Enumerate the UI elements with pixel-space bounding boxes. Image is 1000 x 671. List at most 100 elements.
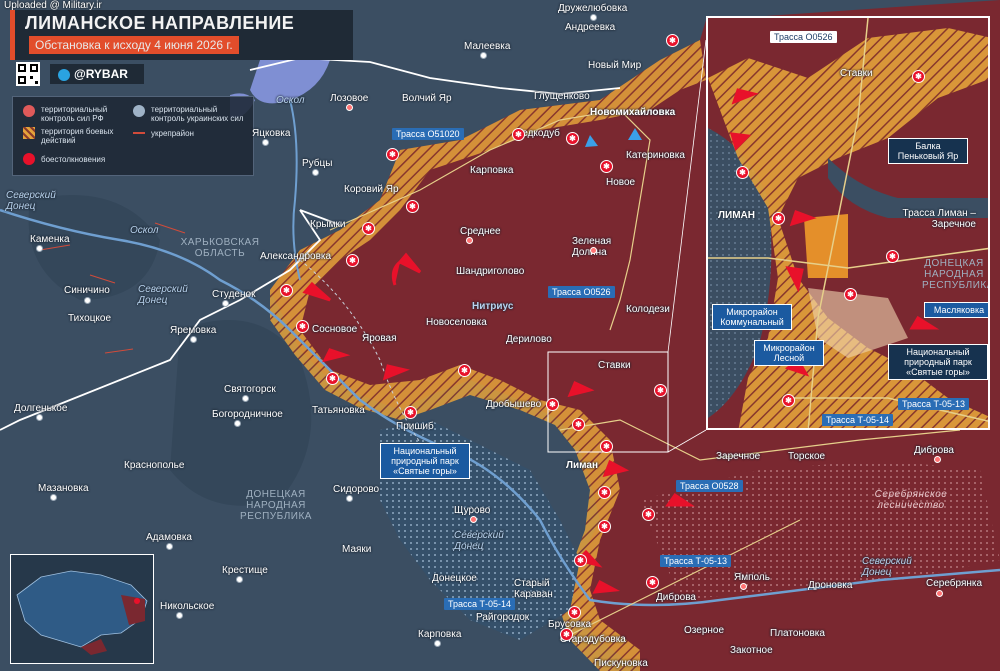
clash-icon[interactable]: ✱ (574, 554, 587, 567)
town-label[interactable]: Александровка (260, 251, 331, 262)
town-label[interactable]: Сосновое (312, 324, 357, 335)
clash-icon[interactable]: ✱ (346, 254, 359, 267)
town-label[interactable]: Закотное (730, 645, 773, 656)
town-label[interactable]: Татьяновка (312, 405, 365, 416)
town-label[interactable]: Лиман (566, 460, 598, 471)
clash-icon[interactable]: ✱ (598, 486, 611, 499)
town-label[interactable]: Колодези (626, 304, 670, 315)
town-label[interactable]: Диброва (914, 445, 954, 456)
town-label[interactable]: Никольское (160, 601, 214, 612)
clash-icon[interactable]: ✱ (404, 406, 417, 419)
clash-icon[interactable]: ✱ (326, 372, 339, 385)
town-label[interactable]: Богородничное (212, 409, 283, 420)
town-label[interactable]: Карповка (470, 165, 513, 176)
town-label[interactable]: Каменка (30, 234, 70, 245)
clash-icon[interactable]: ✱ (280, 284, 293, 297)
town-label[interactable]: Озерное (684, 625, 724, 636)
clash-icon[interactable]: ✱ (600, 440, 613, 453)
clash-icon[interactable]: ✱ (654, 384, 667, 397)
brand-label: @RYBAR (74, 67, 128, 81)
town-label[interactable]: Андреевка (565, 22, 615, 33)
town-label[interactable]: Платоновка (770, 628, 825, 639)
clash-icon[interactable]: ✱ (296, 320, 309, 333)
town-label[interactable]: Тихоцкое (68, 313, 111, 324)
town-label[interactable]: Катериновка (626, 150, 685, 161)
town-label[interactable]: Новый Мир (588, 60, 641, 71)
town-label[interactable]: Крестище (222, 565, 268, 576)
town-dot (166, 543, 173, 550)
inset-town-label[interactable]: Ставки (840, 68, 873, 79)
town-label[interactable]: Святогорск (224, 384, 276, 395)
inset-clash-icon[interactable]: ✱ (772, 212, 785, 225)
town-label[interactable]: Новомихайловка (590, 107, 675, 118)
town-label[interactable]: Малеевка (464, 41, 510, 52)
town-label[interactable]: Среднее (460, 226, 501, 237)
town-label[interactable]: Глущенково (534, 91, 590, 102)
clash-icon[interactable]: ✱ (458, 364, 471, 377)
clash-icon[interactable]: ✱ (406, 200, 419, 213)
town-label[interactable]: Лозовое (330, 93, 368, 104)
clash-icon[interactable]: ✱ (572, 418, 585, 431)
town-label[interactable]: Диброва (656, 592, 696, 603)
town-label[interactable]: Адамовка (146, 532, 192, 543)
town-label[interactable]: Долгенькое (14, 403, 67, 414)
town-label[interactable]: Щурово (454, 505, 490, 516)
inset-clash-icon[interactable]: ✱ (736, 166, 749, 179)
town-label[interactable]: Коровий Яр (344, 184, 399, 195)
town-label[interactable]: Дерилово (506, 334, 552, 345)
town-label[interactable]: Дружелюбовка (558, 3, 627, 14)
clash-icon[interactable]: ✱ (642, 508, 655, 521)
town-label[interactable]: Рубцы (302, 158, 332, 169)
town-label[interactable]: Райгородок (476, 612, 529, 623)
town-label[interactable]: Новое (606, 177, 635, 188)
brand-badge[interactable]: @RYBAR (50, 64, 144, 84)
town-label[interactable]: Карповка (418, 629, 461, 640)
town-label[interactable]: Донецкое (432, 573, 477, 584)
town-label[interactable]: Яцковка (252, 128, 290, 139)
town-label[interactable]: Ямполь (734, 572, 770, 583)
clash-icon[interactable]: ✱ (646, 576, 659, 589)
clash-icon[interactable]: ✱ (560, 628, 573, 641)
town-label[interactable]: Пискуновка (594, 658, 648, 669)
map-canvas[interactable]: Uploaded @ Military.ir ЛИМАНСКОЕ НАПРАВЛ… (0, 0, 1000, 671)
town-label[interactable]: Студенок (212, 289, 255, 300)
clash-icon[interactable]: ✱ (568, 606, 581, 619)
town-label[interactable]: Дробышево (486, 399, 541, 410)
clash-icon[interactable]: ✱ (512, 128, 525, 141)
town-label[interactable]: Маяки (342, 544, 371, 555)
town-label[interactable]: Шандриголово (456, 266, 524, 277)
clash-icon[interactable]: ✱ (600, 160, 613, 173)
town-label[interactable]: Новоселовка (426, 317, 487, 328)
town-label[interactable]: Пришиб (396, 421, 434, 432)
town-label[interactable]: Серебрянка (926, 578, 982, 589)
town-label[interactable]: Сидорово (333, 484, 379, 495)
clash-icon[interactable]: ✱ (598, 520, 611, 533)
town-label[interactable]: Волчий Яр (402, 93, 452, 104)
town-label[interactable]: Торское (788, 451, 825, 462)
inset-map[interactable]: Трасса О0526 Ставки Балка Пеньковый Яр Л… (706, 16, 990, 430)
inset-liman-label[interactable]: ЛИМАН (718, 210, 755, 221)
town-label[interactable]: Зеленая Долина (572, 236, 620, 258)
clash-icon[interactable]: ✱ (386, 148, 399, 161)
inset-clash-icon[interactable]: ✱ (844, 288, 857, 301)
inset-clash-icon[interactable]: ✱ (886, 250, 899, 263)
town-label[interactable]: Ставки (598, 360, 631, 371)
town-label[interactable]: Яремовка (170, 325, 216, 336)
town-label[interactable]: Мазановка (38, 483, 89, 494)
clash-icon[interactable]: ✱ (566, 132, 579, 145)
overview-map[interactable] (10, 554, 154, 664)
town-label[interactable]: Крымки (310, 219, 345, 230)
inset-clash-icon[interactable]: ✱ (912, 70, 925, 83)
town-label[interactable]: Старый Караван (514, 578, 558, 600)
inset-clash-icon[interactable]: ✱ (782, 394, 795, 407)
town-label[interactable]: Краснополье (124, 460, 184, 471)
qr-code-icon[interactable] (16, 62, 40, 86)
town-label[interactable]: Дроновка (808, 580, 852, 591)
town-label[interactable]: Заречное (716, 451, 760, 462)
clash-icon[interactable]: ✱ (666, 34, 679, 47)
town-label[interactable]: Нитриус (472, 301, 513, 312)
town-label[interactable]: Синичино (64, 285, 110, 296)
clash-icon[interactable]: ✱ (546, 398, 559, 411)
town-label[interactable]: Яровая (362, 333, 397, 344)
clash-icon[interactable]: ✱ (362, 222, 375, 235)
